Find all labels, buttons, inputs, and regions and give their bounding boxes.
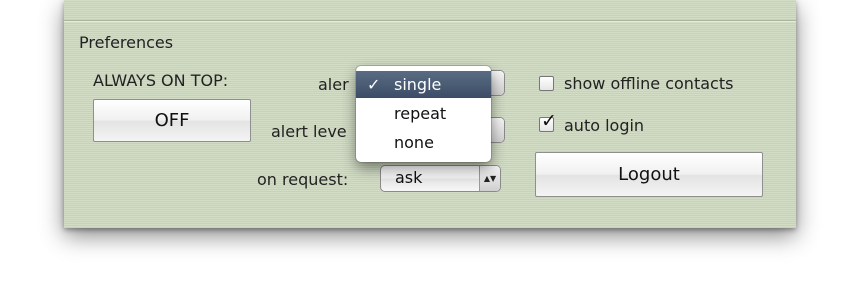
show-offline-contacts-label: show offline contacts — [564, 74, 734, 93]
updown-arrows-icon: ▲▼ — [479, 166, 500, 191]
alert-label: aler — [318, 75, 349, 94]
menu-item-repeat[interactable]: repeat — [356, 100, 491, 127]
menu-item-single[interactable]: ✓ single — [356, 71, 491, 98]
logout-button[interactable]: Logout — [535, 152, 763, 197]
on-request-value: ask — [395, 168, 423, 187]
on-request-label: on request: — [257, 170, 349, 189]
preferences-title: Preferences — [79, 33, 174, 52]
auto-login-checkbox[interactable]: ✓ — [539, 110, 557, 132]
show-offline-contacts-checkbox[interactable] — [539, 76, 554, 91]
checkmark-icon: ✓ — [541, 110, 557, 132]
menu-item-label: none — [394, 133, 434, 152]
menu-item-label: repeat — [394, 104, 447, 123]
alert-dropdown-menu: ✓ single repeat none — [356, 66, 491, 162]
checkmark-icon: ✓ — [367, 75, 381, 94]
logout-button-label: Logout — [618, 164, 680, 185]
menu-item-label: single — [394, 75, 442, 94]
on-request-popup[interactable]: ask ▲▼ — [380, 165, 501, 192]
alert-level-label: alert leve — [271, 122, 347, 141]
menu-item-none[interactable]: none — [356, 129, 491, 156]
always-on-top-button-label: OFF — [154, 110, 190, 131]
screen: Preferences ALWAYS ON TOP: OFF aler aler… — [0, 0, 843, 295]
always-on-top-label: ALWAYS ON TOP: — [93, 71, 229, 90]
always-on-top-toggle-button[interactable]: OFF — [93, 99, 251, 142]
panel-divider — [64, 20, 796, 22]
auto-login-label: auto login — [564, 116, 645, 135]
